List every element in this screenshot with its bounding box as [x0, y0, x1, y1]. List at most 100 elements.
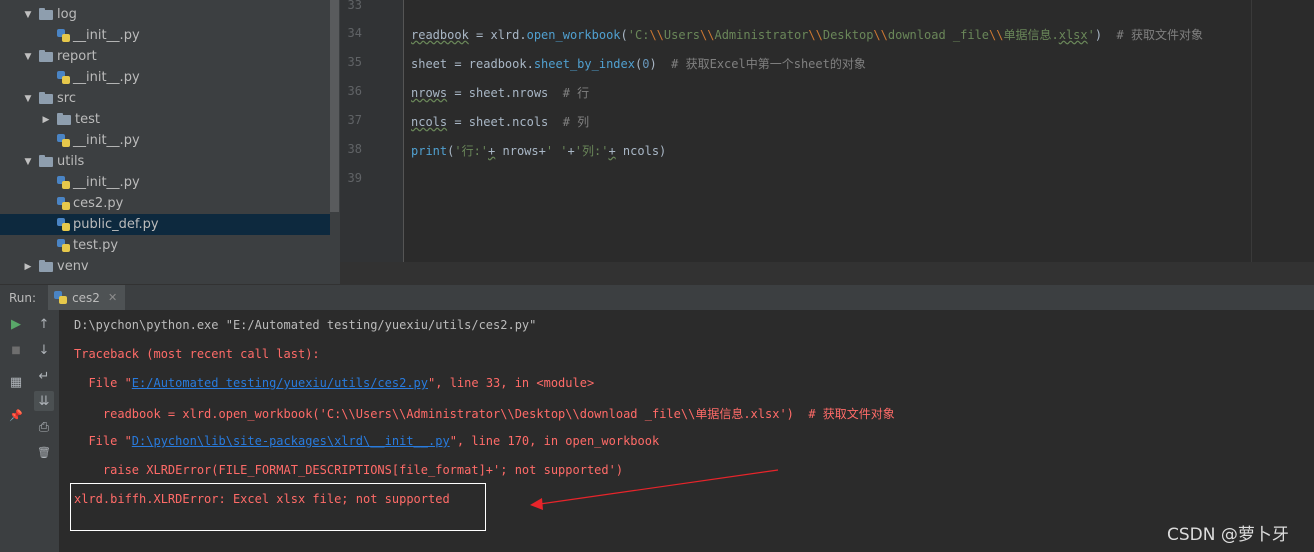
tree-item-label: public_def.py — [73, 217, 159, 232]
code-token: nrows — [411, 86, 448, 100]
run-toolbar: ▶ ■ ▦ 📌 ↑ ↓ ↵ ⇊ ⎙ 🗑 — [0, 310, 60, 552]
code-comment: # 列 — [562, 115, 590, 129]
python-file-icon — [57, 197, 70, 210]
console-file-line: File "D:\pychon\lib\site-packages\xlrd\_… — [74, 434, 659, 448]
tree-item-label: test — [75, 112, 100, 127]
folder-icon — [39, 259, 53, 272]
code-token: Users — [663, 28, 701, 42]
chevron-down-icon[interactable]: ▼ — [22, 94, 34, 104]
tree-folder[interactable]: ▼ report — [0, 46, 330, 67]
line-number: 37 — [347, 113, 362, 127]
folder-icon — [39, 91, 53, 104]
code-token: ' ' — [545, 144, 568, 158]
pin-icon[interactable]: 📌 — [6, 405, 26, 425]
tree-item-label: __init__.py — [73, 133, 140, 148]
code-token: download _file — [887, 28, 990, 42]
code-token: = sheet.nrows — [447, 86, 563, 100]
run-label: Run: — [9, 290, 37, 305]
tree-folder[interactable]: ▶ test — [0, 109, 330, 130]
code-token: + — [567, 144, 575, 158]
project-tree-scrollbar[interactable] — [330, 0, 339, 212]
code-token: \\ — [649, 28, 664, 42]
tree-item-label: ces2.py — [73, 196, 124, 211]
code-token: xlsx — [1058, 28, 1088, 42]
code-line-36: nrows = sheet.nrows # 行 — [411, 84, 589, 101]
line-number: 36 — [347, 84, 362, 98]
console-file-link[interactable]: E:/Automated testing/yuexiu/utils/ces2.p… — [132, 376, 428, 390]
tree-file[interactable]: __init__.py — [0, 67, 330, 88]
code-token: open_workbook — [526, 28, 621, 42]
right-margin-guide — [1251, 0, 1252, 262]
code-token: 单据信息. — [1003, 28, 1059, 42]
project-tree: ▼ log __init__.py ▼ report __init__.py ▼ src ▶ te… — [0, 0, 340, 284]
soft-wrap-icon[interactable]: ↵ — [34, 366, 54, 386]
code-editor[interactable]: 33 34 35 36 37 38 39 readbook = xlrd.ope… — [340, 0, 1314, 284]
tree-file[interactable]: __init__.py — [0, 172, 330, 193]
code-line-38: print('行:'+ nrows+' '+'列:'+ ncols) — [411, 142, 666, 159]
tree-item-label: utils — [57, 154, 85, 169]
code-token: \\ — [808, 28, 823, 42]
tree-folder[interactable]: ▼ utils — [0, 151, 330, 172]
code-token: = sheet.ncols — [447, 115, 563, 129]
python-file-icon — [57, 176, 70, 189]
tree-file[interactable]: public_def.py — [0, 214, 330, 235]
code-comment: # 获取Excel中第一个sheet的对象 — [671, 57, 866, 71]
console-command-line: D:\pychon\python.exe "E:/Automated testi… — [74, 318, 537, 332]
tree-folder[interactable]: ▼ src — [0, 88, 330, 109]
line-number: 33 — [347, 0, 362, 12]
tree-file[interactable]: __init__.py — [0, 130, 330, 151]
tree-item-label: venv — [57, 259, 89, 274]
line-number: 35 — [347, 55, 362, 69]
chevron-right-icon[interactable]: ▶ — [40, 115, 52, 125]
tree-file[interactable]: ces2.py — [0, 193, 330, 214]
tree-item-label: test.py — [73, 238, 119, 253]
line-number: 34 — [347, 26, 362, 40]
code-token: 'C: — [627, 28, 650, 42]
tree-item-label: __init__.py — [73, 175, 140, 190]
stop-icon[interactable]: ■ — [6, 340, 26, 360]
code-token: \\ — [700, 28, 715, 42]
python-file-icon — [57, 134, 70, 147]
line-number: 38 — [347, 142, 362, 156]
console-file-line: File "E:/Automated testing/yuexiu/utils/… — [74, 376, 594, 390]
python-file-icon — [54, 291, 68, 304]
chevron-right-icon[interactable]: ▶ — [22, 262, 34, 272]
code-line-35: sheet = readbook.sheet_by_index(0) # 获取E… — [411, 55, 866, 72]
code-token: sheet = readbook. — [411, 57, 534, 71]
run-tool-header: Run: ces2 ✕ — [0, 284, 1314, 311]
run-console[interactable]: D:\pychon\python.exe "E:/Automated testi… — [60, 310, 1314, 552]
code-token: ncols — [411, 115, 448, 129]
editor-bottom-strip — [340, 262, 1314, 284]
trash-icon[interactable]: 🗑 — [34, 442, 54, 462]
rerun-icon[interactable]: ▶ — [6, 314, 26, 334]
console-traceback-header: Traceback (most recent call last): — [74, 347, 320, 361]
arrow-up-icon[interactable]: ↑ — [34, 314, 54, 334]
code-token: '列:' — [574, 144, 609, 158]
arrow-down-icon[interactable]: ↓ — [34, 340, 54, 360]
tree-file[interactable]: __init__.py — [0, 25, 330, 46]
layout-icon[interactable]: ▦ — [6, 372, 26, 392]
error-highlight-box — [70, 483, 486, 531]
print-icon[interactable]: ⎙ — [34, 417, 54, 437]
chevron-down-icon[interactable]: ▼ — [22, 10, 34, 20]
python-file-icon — [57, 71, 70, 84]
code-token: ( — [620, 28, 628, 42]
code-token: + — [608, 144, 616, 158]
scroll-to-end-icon[interactable]: ⇊ — [34, 391, 54, 411]
tree-file[interactable]: test.py — [0, 235, 330, 256]
chevron-down-icon[interactable]: ▼ — [22, 157, 34, 167]
tree-item-label: src — [57, 91, 76, 106]
tree-folder[interactable]: ▼ log — [0, 4, 330, 25]
python-file-icon — [57, 29, 70, 42]
run-tab-ces2[interactable]: ces2 ✕ — [48, 284, 126, 311]
tree-folder[interactable]: ▶ venv — [0, 256, 330, 277]
tree-item-label: log — [57, 7, 77, 22]
console-file-link[interactable]: D:\pychon\lib\site-packages\xlrd\__init_… — [132, 434, 450, 448]
code-token: \\ — [989, 28, 1004, 42]
code-comment: # 获取文件对象 — [1116, 28, 1203, 42]
code-token: sheet_by_index — [533, 57, 635, 71]
code-token: print — [411, 144, 448, 158]
console-text: File " — [74, 434, 132, 448]
close-icon[interactable]: ✕ — [108, 291, 117, 304]
chevron-down-icon[interactable]: ▼ — [22, 52, 34, 62]
